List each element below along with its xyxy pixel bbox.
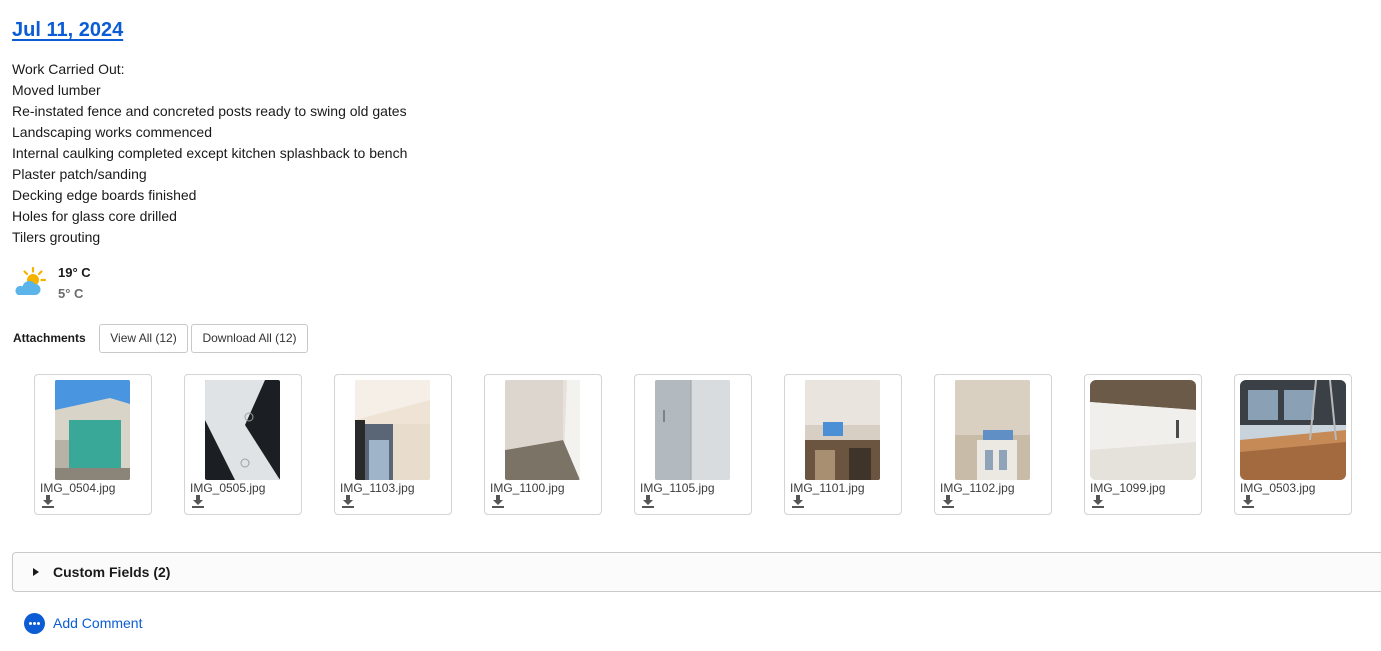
- attachment-filename: IMG_1103.jpg: [340, 481, 415, 495]
- attachment-thumbnail[interactable]: [1240, 380, 1346, 480]
- temperature-high: 19° C: [58, 265, 91, 280]
- attachment-card[interactable]: IMG_1100.jpg: [484, 374, 602, 515]
- custom-fields-label: Custom Fields (2): [53, 564, 171, 580]
- work-notes: Work Carried Out: Moved lumber Re-instat…: [12, 59, 407, 248]
- note-line: Tilers grouting: [12, 229, 101, 245]
- note-line: Re-instated fence and concreted posts re…: [12, 103, 407, 119]
- download-icon[interactable]: [642, 495, 654, 508]
- download-icon[interactable]: [792, 495, 804, 508]
- download-icon[interactable]: [42, 495, 54, 508]
- note-line: Plaster patch/sanding: [12, 166, 147, 182]
- attachment-card[interactable]: IMG_0505.jpg: [184, 374, 302, 515]
- attachment-filename: IMG_1099.jpg: [1090, 481, 1166, 495]
- note-line: Internal caulking completed except kitch…: [12, 145, 408, 161]
- attachment-card[interactable]: IMG_1103.jpg: [334, 374, 452, 515]
- attachment-filename: IMG_0503.jpg: [1240, 481, 1316, 495]
- temperature-low: 5° C: [58, 286, 84, 301]
- attachment-thumbnail[interactable]: [1090, 380, 1196, 480]
- attachment-card[interactable]: IMG_0504.jpg: [34, 374, 152, 515]
- note-line: Work Carried Out:: [12, 61, 125, 77]
- entry-date-link[interactable]: Jul 11, 2024: [12, 19, 123, 42]
- view-all-button[interactable]: View All (12): [99, 324, 188, 353]
- attachment-thumbnail[interactable]: [55, 380, 130, 480]
- weather-summary: 19° C 5° C: [12, 263, 132, 307]
- attachment-thumbnail[interactable]: [805, 380, 880, 480]
- attachment-thumbnail[interactable]: [205, 380, 280, 480]
- attachment-card[interactable]: IMG_1099.jpg: [1084, 374, 1202, 515]
- custom-fields-toggle[interactable]: Custom Fields (2): [12, 552, 1381, 592]
- attachment-filename: IMG_1102.jpg: [940, 481, 1015, 495]
- attachment-card[interactable]: IMG_1105.jpg: [634, 374, 752, 515]
- note-line: Holes for glass core drilled: [12, 208, 177, 224]
- download-icon[interactable]: [342, 495, 354, 508]
- attachment-card[interactable]: IMG_0503.jpg: [1234, 374, 1352, 515]
- download-icon[interactable]: [1242, 495, 1254, 508]
- attachment-card[interactable]: IMG_1102.jpg: [934, 374, 1052, 515]
- add-comment-label[interactable]: Add Comment: [53, 615, 142, 631]
- attachment-filename: IMG_0505.jpg: [190, 481, 266, 495]
- note-line: Decking edge boards finished: [12, 187, 197, 203]
- attachment-thumbnail[interactable]: [655, 380, 730, 480]
- attachment-filename: IMG_1100.jpg: [490, 481, 565, 495]
- download-all-button[interactable]: Download All (12): [191, 324, 308, 353]
- download-icon[interactable]: [192, 495, 204, 508]
- attachment-filename: IMG_1105.jpg: [640, 481, 715, 495]
- attachment-thumbnail[interactable]: [355, 380, 430, 480]
- attachment-thumbnail[interactable]: [955, 380, 1030, 480]
- note-line: Landscaping works commenced: [12, 124, 212, 140]
- attachment-filename: IMG_0504.jpg: [40, 481, 116, 495]
- download-icon[interactable]: [1092, 495, 1104, 508]
- note-line: Moved lumber: [12, 82, 101, 98]
- attachment-thumbnail[interactable]: [505, 380, 580, 480]
- comment-icon[interactable]: [24, 613, 45, 634]
- download-icon[interactable]: [492, 495, 504, 508]
- caret-right-icon[interactable]: [33, 568, 39, 576]
- download-icon[interactable]: [942, 495, 954, 508]
- attachment-filename: IMG_1101.jpg: [790, 481, 865, 495]
- partly-cloudy-icon: [15, 266, 46, 295]
- attachment-card[interactable]: IMG_1101.jpg: [784, 374, 902, 515]
- attachments-heading: Attachments: [13, 331, 86, 345]
